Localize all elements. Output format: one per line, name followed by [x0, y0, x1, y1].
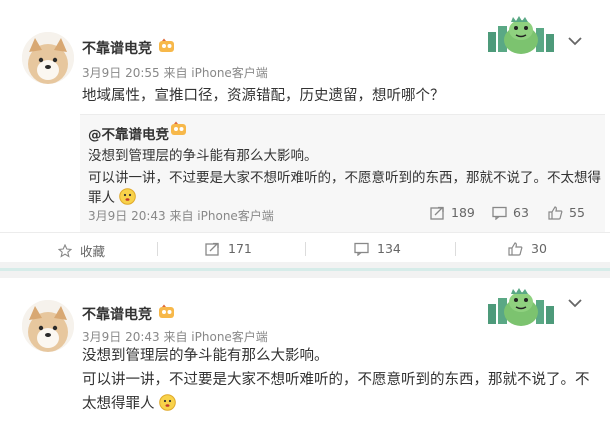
comment-button[interactable]: 134: [354, 241, 401, 256]
post-time[interactable]: 3月9日 20:55 来自 iPhone客户端: [82, 64, 268, 81]
divider: [157, 242, 158, 256]
author-name[interactable]: 不靠谱电竞: [82, 38, 152, 58]
member-badge-icon[interactable]: [170, 121, 188, 137]
member-badge-icon[interactable]: [158, 38, 176, 54]
divider: [455, 242, 456, 256]
embarrassed-emoji-icon: [119, 188, 137, 205]
like-button[interactable]: 30: [508, 241, 547, 256]
repost-time[interactable]: 3月9日 20:43 来自 iPhone客户端: [88, 207, 274, 224]
repost-icon: [430, 206, 444, 220]
action-bar: 收藏 171 134 30: [0, 232, 610, 263]
repost-text-line: 没想到管理层的争斗能有那么大影响。: [88, 148, 318, 164]
avatar[interactable]: [22, 32, 74, 84]
dinosaur-sticker-icon: [486, 10, 556, 56]
embarrassed-emoji-icon: [159, 394, 176, 411]
post-separator: [0, 262, 610, 278]
comment-count-button[interactable]: 63: [492, 205, 529, 220]
post-text: 地域属性，宣推口径，资源错配，历史遗留，想听哪个？: [82, 88, 445, 104]
member-badge-icon[interactable]: [158, 304, 176, 320]
post-text-line: 太想得罪人: [82, 394, 176, 415]
like-count-button[interactable]: 55: [548, 205, 585, 220]
repost-icon: [205, 242, 219, 256]
thumbs-up-icon: [548, 205, 563, 220]
repost-button[interactable]: 171: [205, 241, 252, 256]
dinosaur-sticker-icon: [486, 282, 556, 328]
repost-author[interactable]: @不靠谱电竞: [88, 123, 169, 143]
weibo-post: 不靠谱电竞 3月9日 20:43 来自 iPhone客户端 没想到管理层的争斗能…: [0, 278, 610, 425]
comment-icon: [354, 242, 369, 256]
weibo-post: 不靠谱电竞 3月9日 20:55 来自 iPhone客户端 地域属性，宣推口径，…: [0, 0, 610, 262]
chevron-down-icon[interactable]: [568, 36, 582, 46]
star-icon: [58, 243, 72, 258]
chevron-down-icon[interactable]: [568, 298, 582, 308]
divider: [305, 242, 306, 256]
repost-count-button[interactable]: 189: [430, 205, 475, 220]
favorite-button[interactable]: 收藏: [58, 241, 105, 260]
repost-text-line: 可以讲一讲，不过要是大家不想听难听的，不愿意听到的东西，那就不说了。不太想得罪人: [88, 170, 601, 206]
author-name[interactable]: 不靠谱电竞: [82, 304, 152, 324]
avatar[interactable]: [22, 300, 74, 352]
thumbs-up-icon: [508, 241, 523, 256]
comment-icon: [492, 206, 507, 220]
post-time[interactable]: 3月9日 20:43 来自 iPhone客户端: [82, 328, 268, 345]
post-text-line: 可以讲一讲，不过要是大家不想听难听的，不愿意听到的东西，那就不说了。不: [82, 372, 590, 388]
post-text-line: 没想到管理层的争斗能有那么大影响。: [82, 348, 329, 364]
quoted-repost[interactable]: @不靠谱电竞 没想到管理层的争斗能有那么大影响。 可以讲一讲，不过要是大家不想听…: [80, 114, 605, 233]
